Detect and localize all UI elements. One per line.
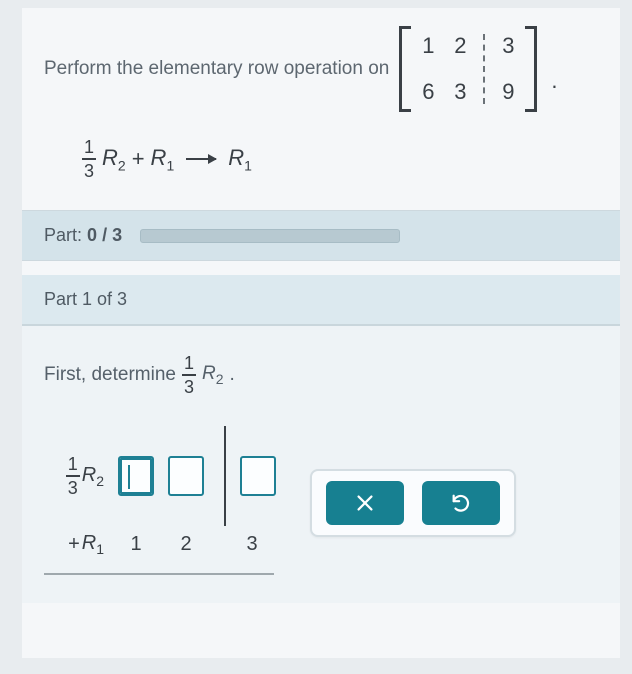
augment-divider (483, 34, 485, 104)
undo-icon (450, 492, 472, 514)
bracket-right (525, 26, 537, 112)
r1-value-3: 3 (234, 533, 270, 556)
part-header: Part 1 of 3 (22, 275, 620, 326)
matrix-r1c1: 1 (419, 33, 437, 59)
augmented-matrix: 1 6 2 3 3 9 (399, 26, 537, 112)
progress-bar (140, 229, 400, 243)
matrix-r2c1: 6 (419, 79, 437, 105)
problem-text: Perform the elementary row operation on (44, 58, 389, 80)
x-icon (354, 492, 376, 514)
action-button-group (310, 469, 516, 537)
r1-value-2: 2 (168, 533, 204, 556)
reset-button[interactable] (422, 481, 500, 525)
problem-statement: Perform the elementary row operation on … (44, 26, 598, 112)
step-instruction: First, determine 1 3 R2 . (44, 354, 598, 396)
r1-value-1: 1 (118, 533, 154, 556)
part-label: Part 1 of 3 (44, 289, 127, 309)
matrix-r1aug: 3 (499, 33, 517, 59)
row-operation: 1 3 R2 + R1 R1 (82, 138, 598, 180)
clear-button[interactable] (326, 481, 404, 525)
calculation-grid: 1 3 R2 + (44, 426, 276, 575)
matrix-r2c2: 3 (451, 79, 469, 105)
progress-label: Part: 0 / 3 (44, 225, 122, 246)
matrix-r1c2: 2 (451, 33, 469, 59)
bracket-left (399, 26, 411, 112)
period: . (551, 68, 557, 94)
arrow-icon (186, 158, 216, 160)
fraction-one-third-step: 1 3 (182, 354, 196, 396)
matrix-r2aug: 9 (499, 79, 517, 105)
progress-band: Part: 0 / 3 (22, 210, 620, 261)
work-area: First, determine 1 3 R2 . 1 3 (22, 326, 620, 603)
sum-rule-line (44, 573, 274, 575)
calc-row-2: + R1 1 2 3 (44, 476, 276, 557)
answer-cell-1[interactable] (118, 456, 154, 496)
fraction-one-third: 1 3 (82, 138, 96, 180)
